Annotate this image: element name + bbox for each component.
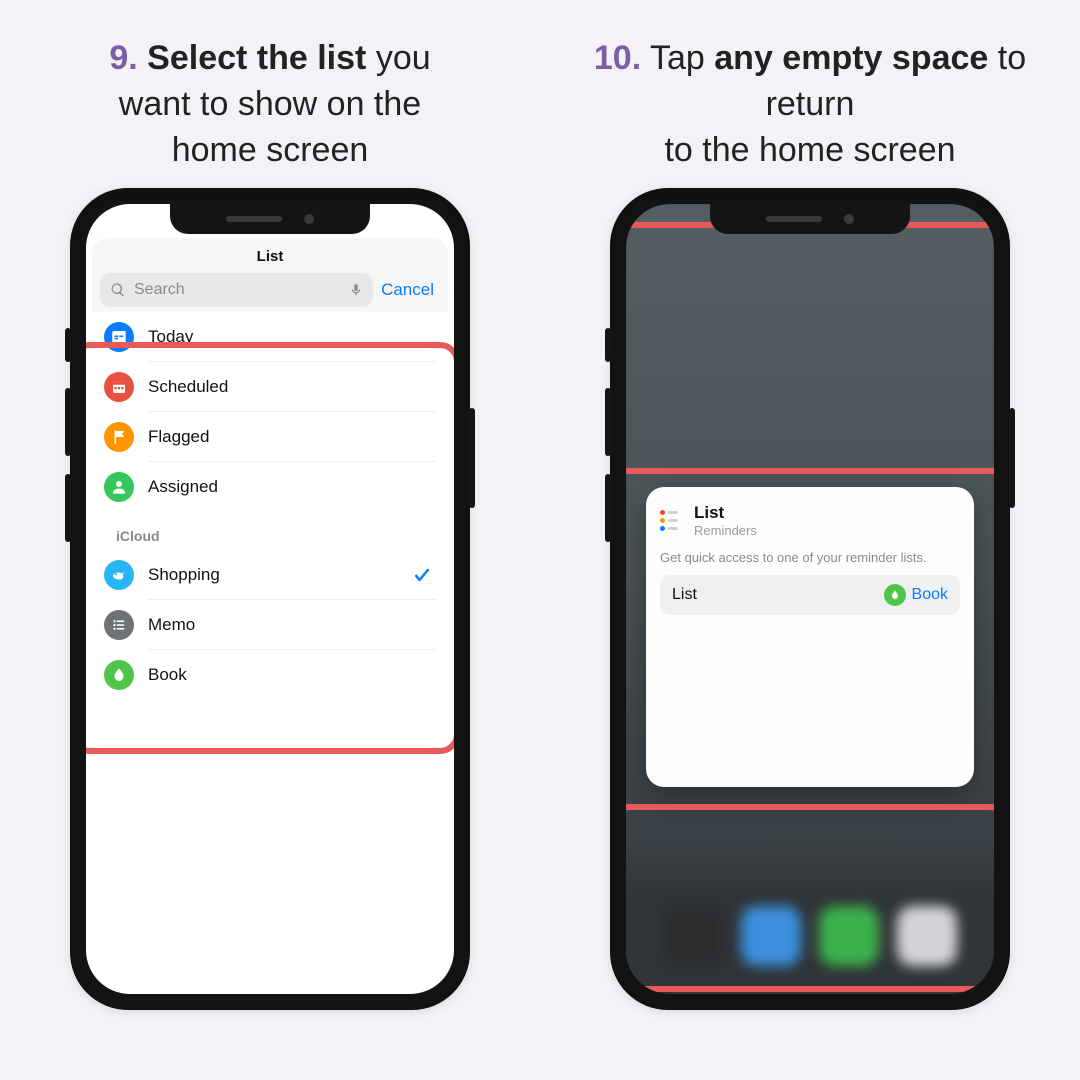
silence-switch [65, 328, 71, 362]
dock-app-1 [663, 906, 723, 966]
volume-down-button [605, 474, 611, 542]
widget-description: Get quick access to one of your reminder… [660, 550, 960, 565]
selected-list-icon [884, 584, 906, 606]
book-icon [104, 660, 134, 690]
checkmark-icon [412, 565, 432, 585]
front-camera [844, 214, 854, 224]
silence-switch [605, 328, 611, 362]
volume-up-button [65, 388, 71, 456]
search-input[interactable]: Search [100, 273, 373, 307]
widget-subtitle: Reminders [694, 523, 757, 538]
search-placeholder: Search [134, 281, 341, 299]
volume-down-button [65, 474, 71, 542]
search-icon [110, 282, 126, 298]
step9-number: 9. [109, 39, 137, 77]
notch [710, 204, 910, 234]
cancel-button[interactable]: Cancel [381, 280, 440, 300]
speaker-grille [226, 216, 282, 222]
phone-frame-step10: List Reminders Get quick access to one o… [610, 188, 1010, 1010]
shopping-icon [104, 560, 134, 590]
memo-icon [104, 610, 134, 640]
selected-list-value: Book [912, 586, 948, 604]
step10-number: 10. [594, 39, 641, 77]
step10-bold: any empty space [714, 39, 988, 77]
blurred-dock[interactable] [626, 834, 994, 994]
list-row-shopping[interactable]: Shopping [104, 550, 436, 600]
power-button [469, 408, 475, 508]
step9-instruction: 9. Select the list you want to show on t… [35, 36, 505, 174]
widget-list-selector[interactable]: List Book [660, 575, 960, 615]
speaker-grille [766, 216, 822, 222]
sheet-header: List Search Cancel [92, 238, 448, 312]
today-icon [104, 322, 134, 352]
step9-bold: Select the list [147, 39, 366, 77]
widget-title: List [694, 503, 757, 523]
list-row-today[interactable]: Today [104, 312, 436, 362]
sheet-title: List [92, 238, 448, 265]
dock-app-4 [897, 906, 957, 966]
power-button [1009, 408, 1015, 508]
front-camera [304, 214, 314, 224]
phone-frame-step9: List Search Cancel Today [70, 188, 470, 1010]
flagged-icon [104, 422, 134, 452]
widget-config-card[interactable]: List Reminders Get quick access to one o… [646, 487, 974, 787]
selector-label: List [672, 586, 697, 604]
microphone-icon[interactable] [349, 281, 363, 299]
assigned-icon [104, 472, 134, 502]
list-row-memo[interactable]: Memo [104, 600, 436, 650]
scheduled-icon [104, 372, 134, 402]
list-picker: Today Scheduled Flagged [92, 312, 448, 700]
dock-app-2 [741, 906, 801, 966]
list-row-flagged[interactable]: Flagged [104, 412, 436, 462]
screen-step10[interactable]: List Reminders Get quick access to one o… [626, 204, 994, 994]
reminders-app-icon [660, 506, 684, 534]
dock-app-3 [819, 906, 879, 966]
notch [170, 204, 370, 234]
step10-instruction: 10. Tap any empty space to return to the… [575, 36, 1045, 174]
list-row-scheduled[interactable]: Scheduled [104, 362, 436, 412]
volume-up-button [605, 388, 611, 456]
list-row-assigned[interactable]: Assigned [104, 462, 436, 512]
screen-step9: List Search Cancel Today [86, 204, 454, 994]
section-icloud: iCloud [104, 512, 436, 550]
list-row-book[interactable]: Book [104, 650, 436, 700]
